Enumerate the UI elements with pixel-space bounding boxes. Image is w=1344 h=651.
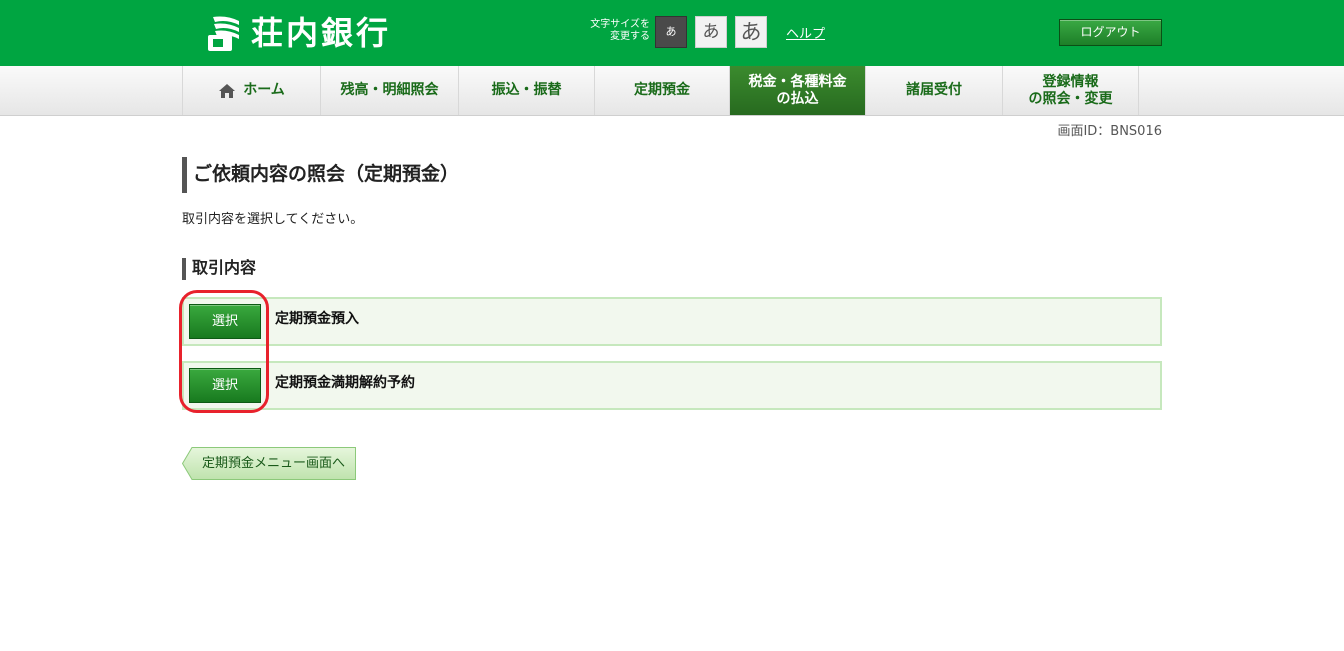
nav-item-balance[interactable]: 残高・明細照会 (320, 66, 458, 115)
nav-item-tax-payment-line2: の払込 (776, 90, 819, 107)
logout-button[interactable]: ログアウト (1059, 19, 1162, 46)
transaction-label: 定期預金預入 (275, 311, 359, 327)
instruction-text: 取引内容を選択してください。 (182, 212, 364, 227)
nav-item-transfer-label: 振込・振替 (491, 82, 562, 98)
nav-item-tax-payment-label: 税金・各種料金 の払込 (749, 74, 847, 108)
screen-id: 画面ID：BNS016 (1057, 124, 1162, 139)
back-button-label: 定期預金メニュー画面へ (202, 456, 346, 471)
main-nav: ホーム 残高・明細照会 振込・振替 定期預金 税金・各種料金 の払込 諸届受付 … (0, 66, 1344, 116)
font-size-label-line1: 文字サイズを (590, 19, 650, 30)
nav-item-transfer[interactable]: 振込・振替 (458, 66, 594, 115)
nav-item-notifications[interactable]: 諸届受付 (865, 66, 1002, 115)
nav-item-registration-line2: の照会・変更 (1028, 90, 1113, 107)
nav-item-time-deposit[interactable]: 定期預金 (594, 66, 729, 115)
page-title: ご依頼内容の照会（定期預金） (182, 157, 459, 193)
nav-item-home[interactable]: ホーム (182, 66, 320, 115)
bank-logo[interactable]: 荘内銀行 (205, 12, 391, 54)
bank-logo-icon (205, 13, 245, 53)
font-size-label-line2: 変更する (610, 31, 650, 42)
transaction-row: 選択 定期預金預入 (182, 297, 1162, 346)
header-bar: 荘内銀行 文字サイズを 変更する あ あ あ ヘルプ ログアウト (0, 0, 1344, 66)
nav-item-home-label: ホーム (243, 82, 285, 98)
bank-name: 荘内銀行 (251, 14, 392, 52)
font-size-small-button[interactable]: あ (655, 16, 687, 48)
select-button[interactable]: 選択 (189, 304, 261, 339)
nav-item-tax-payment[interactable]: 税金・各種料金 の払込 (729, 66, 865, 115)
nav-item-balance-label: 残高・明細照会 (340, 82, 439, 98)
nav-item-registration[interactable]: 登録情報 の照会・変更 (1002, 66, 1139, 115)
nav-item-tax-payment-line1: 税金・各種料金 (748, 73, 847, 90)
transaction-label: 定期預金満期解約予約 (275, 375, 415, 391)
back-to-time-deposit-menu-button[interactable]: 定期預金メニュー画面へ (182, 447, 356, 480)
font-size-medium-button[interactable]: あ (695, 16, 727, 48)
select-button[interactable]: 選択 (189, 368, 261, 403)
nav-item-notifications-label: 諸届受付 (906, 82, 962, 98)
transaction-row: 選択 定期預金満期解約予約 (182, 361, 1162, 410)
nav-item-registration-label: 登録情報 の照会・変更 (1029, 74, 1113, 108)
section-title: 取引内容 (182, 258, 256, 280)
font-size-large-button[interactable]: あ (735, 16, 767, 48)
nav-item-registration-line1: 登録情報 (1042, 73, 1099, 90)
home-icon (218, 83, 236, 99)
help-link[interactable]: ヘルプ (786, 23, 825, 42)
nav-item-time-deposit-label: 定期預金 (634, 82, 690, 98)
font-size-label: 文字サイズを 変更する (578, 19, 650, 43)
